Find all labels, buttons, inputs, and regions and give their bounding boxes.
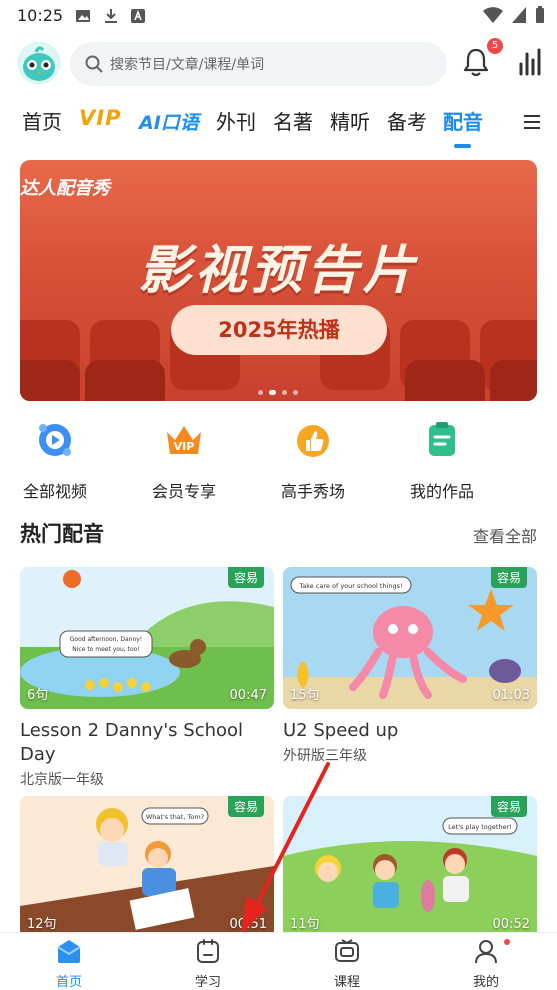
courses-icon bbox=[335, 939, 359, 962]
svg-text:VIP: VIP bbox=[174, 440, 195, 453]
system-icons bbox=[483, 6, 545, 24]
svg-text:What's that, Tom?: What's that, Tom? bbox=[146, 813, 204, 821]
battery-icon bbox=[536, 6, 544, 23]
tab-classics[interactable]: 名著 bbox=[273, 106, 313, 135]
card-thumbnail: Let's play together! 容易 11句 00:52 bbox=[283, 796, 537, 938]
nav-courses[interactable]: 课程 bbox=[307, 937, 387, 990]
card-title: U2 Speed up bbox=[283, 720, 399, 741]
download-notification-icon bbox=[105, 9, 117, 23]
nav-label: 首页 bbox=[55, 975, 82, 990]
quick-entry-vip[interactable]: VIP 会员专享 bbox=[129, 420, 239, 502]
difficulty-badge: 容易 bbox=[227, 796, 264, 817]
card-thumbnail: Good afternoon, Danny! Nice to meet you,… bbox=[20, 567, 274, 709]
tab-magazines[interactable]: 外刊 bbox=[216, 106, 256, 135]
promo-banner[interactable]: 达人配音秀 影视预告片 2025年热播 bbox=[20, 160, 537, 401]
card-title: Lesson 2 Danny's School Day bbox=[20, 720, 244, 765]
image-notification-icon bbox=[76, 10, 90, 22]
video-icon bbox=[39, 424, 71, 456]
card-thumbnail: Take care of your school things! 容易 15句 … bbox=[283, 567, 537, 709]
home-icon bbox=[57, 940, 81, 963]
svg-text:Take care of your school thing: Take care of your school things! bbox=[298, 582, 402, 590]
notification-bell-icon[interactable] bbox=[460, 46, 492, 78]
status-bar: 10:25 bbox=[0, 0, 557, 32]
difficulty-badge: 容易 bbox=[490, 567, 527, 588]
carousel-dot-active bbox=[269, 390, 276, 395]
works-icon bbox=[429, 422, 455, 456]
view-all-link[interactable]: 查看全部 bbox=[473, 523, 537, 547]
nav-label: 我的 bbox=[472, 975, 499, 990]
mascot-icon bbox=[18, 42, 60, 84]
quick-entry-label: 高手秀场 bbox=[280, 482, 345, 501]
dubbing-card[interactable]: Good afternoon, Danny! Nice to meet you,… bbox=[20, 567, 274, 789]
video-duration: 01:03 bbox=[492, 688, 530, 703]
signal-icon bbox=[512, 7, 526, 23]
difficulty-badge: 容易 bbox=[490, 796, 527, 817]
svg-text:Let's play together!: Let's play together! bbox=[448, 823, 512, 831]
leaderboard-icon[interactable] bbox=[516, 48, 544, 76]
banner-pill: 2025年热播 bbox=[171, 305, 387, 355]
svg-text:Good afternoon, Danny!: Good afternoon, Danny! bbox=[70, 636, 142, 643]
nav-label: 课程 bbox=[333, 975, 360, 990]
svg-text:Nice to meet you, too!: Nice to meet you, too! bbox=[72, 646, 139, 653]
carousel-dot bbox=[293, 390, 298, 395]
carousel-dots bbox=[258, 390, 298, 395]
quick-entry-all-videos[interactable]: 全部视频 bbox=[0, 420, 110, 502]
app-notification-icon bbox=[131, 9, 145, 23]
quick-entries: 全部视频 VIP 会员专享 高手秀场 我的作品 bbox=[0, 420, 557, 502]
dubbing-card[interactable]: Take care of your school things! 容易 15句 … bbox=[283, 567, 537, 765]
status-time: 10:25 bbox=[17, 6, 64, 25]
study-icon bbox=[197, 939, 219, 963]
active-tab-indicator bbox=[454, 144, 471, 148]
nav-label: 学习 bbox=[194, 975, 221, 990]
profile-icon bbox=[475, 940, 497, 964]
video-duration: 00:51 bbox=[229, 917, 267, 932]
quick-entry-label: 全部视频 bbox=[22, 482, 87, 501]
card-thumbnail: What's that, Tom? 容易 12句 00:51 bbox=[20, 796, 274, 938]
thumbs-up-icon bbox=[297, 425, 329, 457]
nav-study[interactable]: 学习 bbox=[168, 937, 248, 990]
card-subtitle: 外研版三年级 bbox=[283, 748, 367, 764]
dubbing-card[interactable]: What's that, Tom? 容易 12句 00:51 bbox=[20, 796, 274, 938]
profile-notification-dot bbox=[504, 939, 510, 945]
tab-exam-prep[interactable]: 备考 bbox=[387, 106, 427, 135]
carousel-dot bbox=[258, 390, 263, 395]
video-duration: 00:52 bbox=[492, 917, 530, 932]
banner-headline: 影视预告片 bbox=[138, 241, 419, 301]
menu-icon[interactable] bbox=[522, 112, 542, 132]
nav-home[interactable]: 首页 bbox=[29, 937, 109, 990]
category-tabs: 首页 VIP AI口语 外刊 名著 精听 备考 配音 bbox=[0, 100, 557, 150]
sentence-count: 15句 bbox=[290, 688, 320, 703]
section-title: 热门配音 bbox=[20, 522, 104, 546]
sentence-count: 11句 bbox=[290, 917, 320, 932]
quick-entry-label: 会员专享 bbox=[151, 482, 216, 501]
carousel-dot bbox=[282, 390, 287, 395]
sentence-count: 12句 bbox=[27, 917, 57, 932]
banner-tagline: 达人配音秀 bbox=[20, 178, 110, 199]
vip-crown-icon: VIP bbox=[167, 426, 201, 454]
sentence-count: 6句 bbox=[27, 688, 49, 703]
wifi-icon bbox=[483, 7, 503, 23]
dubbing-card[interactable]: Let's play together! 容易 11句 00:52 bbox=[283, 796, 537, 938]
video-duration: 00:47 bbox=[229, 688, 267, 703]
difficulty-badge: 容易 bbox=[227, 567, 264, 588]
top-header: 搜索节目/文章/课程/单词 5 bbox=[0, 38, 557, 90]
notification-badge: 5 bbox=[487, 38, 503, 54]
search-icon bbox=[85, 55, 103, 73]
app-logo[interactable] bbox=[18, 42, 60, 84]
quick-entry-my-works[interactable]: 我的作品 bbox=[387, 420, 497, 502]
card-subtitle: 北京版一年级 bbox=[20, 772, 104, 788]
search-placeholder: 搜索节目/文章/课程/单词 bbox=[110, 57, 265, 73]
tab-listening[interactable]: 精听 bbox=[330, 106, 370, 135]
search-bar[interactable]: 搜索节目/文章/课程/单词 bbox=[70, 42, 447, 86]
tab-ai-speaking[interactable]: AI口语 bbox=[139, 108, 199, 135]
quick-entry-label: 我的作品 bbox=[409, 482, 474, 501]
tab-vip[interactable]: VIP bbox=[79, 106, 121, 130]
quick-entry-showcase[interactable]: 高手秀场 bbox=[258, 420, 368, 502]
nav-profile[interactable]: 我的 bbox=[446, 937, 526, 990]
bottom-navigation: 首页 学习 课程 我的 bbox=[0, 932, 557, 990]
tab-dubbing[interactable]: 配音 bbox=[443, 106, 483, 135]
tab-home[interactable]: 首页 bbox=[22, 106, 62, 135]
